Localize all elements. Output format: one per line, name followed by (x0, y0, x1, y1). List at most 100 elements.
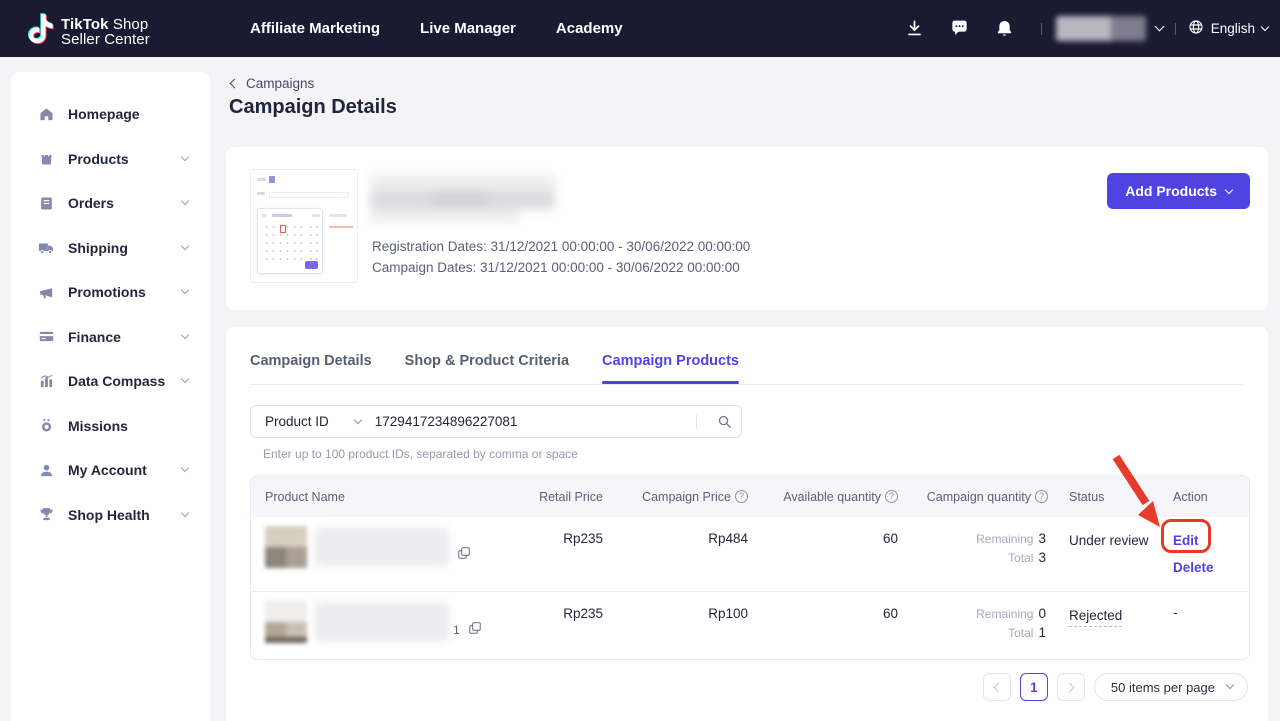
nav-links: Affiliate Marketing Live Manager Academy (250, 0, 623, 57)
page-number-button[interactable]: 1 (1020, 673, 1048, 701)
truck-icon (37, 239, 55, 257)
action-cell: Edit Delete (1151, 517, 1250, 591)
add-products-button[interactable]: Add Products (1107, 173, 1250, 209)
help-icon[interactable] (1035, 490, 1048, 503)
product-name-suffix: 1 (453, 623, 460, 637)
sidebar-item-shop-health[interactable]: Shop Health (11, 493, 210, 538)
page-title: Campaign Details (229, 96, 397, 119)
retail-price-cell: Rp235 (521, 517, 611, 591)
sidebar-item-promotions[interactable]: Promotions (11, 270, 210, 315)
chevron-down-icon (181, 242, 189, 250)
help-icon[interactable] (885, 490, 898, 503)
tab-campaign-details[interactable]: Campaign Details (250, 353, 372, 384)
chevron-down-icon (354, 415, 362, 423)
trophy-icon (37, 506, 55, 524)
delete-button[interactable]: Delete (1173, 561, 1214, 575)
table-header-row: Product Name Retail Price Campaign Price… (251, 476, 1249, 517)
chevron-down-icon (181, 153, 189, 161)
bag-icon (37, 150, 55, 168)
next-page-button[interactable] (1057, 673, 1085, 701)
col-campaign-quantity: Campaign quantity (906, 490, 1056, 504)
pagination: 1 50 items per page (983, 673, 1248, 701)
product-search-bar: Product ID (250, 405, 742, 438)
campaign-products-table: Product Name Retail Price Campaign Price… (250, 475, 1250, 660)
sidebar-item-my-account[interactable]: My Account (11, 448, 210, 493)
status-cell: Rejected (1056, 592, 1151, 659)
nav-link-academy[interactable]: Academy (556, 20, 623, 37)
logo-text: TikTok Shop Seller Center (61, 17, 150, 47)
tiktok-note-icon (25, 13, 55, 50)
back-chevron-icon (230, 79, 240, 89)
chevron-down-icon (181, 375, 189, 383)
tab-bar: Campaign Details Shop & Product Criteria… (250, 327, 1244, 385)
sidebar-item-products[interactable]: Products (11, 137, 210, 182)
card-icon (37, 328, 55, 346)
items-per-page-select[interactable]: 50 items per page (1094, 673, 1248, 701)
account-chevron-down-icon[interactable] (1154, 22, 1164, 32)
available-quantity-cell: 60 (756, 517, 906, 591)
table-row: 1 Rp235 Rp100 60 Remaining0 Total1 Rejec… (251, 591, 1249, 659)
copy-icon[interactable] (468, 621, 482, 638)
search-icon[interactable] (707, 406, 741, 437)
language-chevron-down-icon (1261, 22, 1269, 30)
campaign-dates-block: Registration Dates: 31/12/2021 00:00:00 … (372, 237, 750, 278)
globe-icon (1188, 19, 1204, 38)
orders-icon (37, 194, 55, 212)
nav-divider (1041, 23, 1042, 35)
product-id-input[interactable] (375, 414, 696, 429)
selected-date-highlight (280, 225, 286, 233)
action-cell: - (1151, 592, 1250, 659)
nav-link-affiliate-marketing[interactable]: Affiliate Marketing (250, 20, 380, 37)
campaign-price-cell: Rp100 (611, 592, 756, 659)
prev-page-button[interactable] (983, 673, 1011, 701)
chevron-right-icon (1064, 682, 1074, 692)
chevron-down-icon (181, 464, 189, 472)
sidebar-item-missions[interactable]: Missions (11, 404, 210, 449)
download-icon[interactable] (905, 19, 925, 39)
chevron-down-icon (181, 197, 189, 205)
megaphone-icon (37, 283, 55, 301)
campaign-price-cell: Rp484 (611, 517, 756, 591)
account-name-blurred[interactable] (1056, 16, 1146, 41)
col-available-quantity: Available quantity (756, 490, 906, 504)
sidebar-item-data-compass[interactable]: Data Compass (11, 359, 210, 404)
search-filter-select[interactable]: Product ID (251, 414, 375, 429)
sidebar-item-finance[interactable]: Finance (11, 315, 210, 360)
campaign-summary-card: Registration Dates: 31/12/2021 00:00:00 … (226, 147, 1268, 310)
sidebar-item-shipping[interactable]: Shipping (11, 226, 210, 271)
chat-icon[interactable] (950, 19, 970, 39)
campaign-dates: Campaign Dates: 31/12/2021 00:00:00 - 30… (372, 258, 750, 279)
chevron-down-icon (181, 509, 189, 517)
language-label: English (1211, 21, 1255, 36)
col-status: Status (1056, 490, 1151, 504)
date-picker-popup (257, 208, 323, 274)
tiktok-shop-logo[interactable]: TikTok Shop Seller Center (25, 13, 150, 50)
language-selector[interactable]: English (1188, 19, 1268, 38)
sidebar-item-orders[interactable]: Orders (11, 181, 210, 226)
nav-divider (1175, 23, 1176, 35)
retail-price-cell: Rp235 (521, 592, 611, 659)
edit-button[interactable]: Edit (1173, 534, 1199, 548)
available-quantity-cell: 60 (756, 592, 906, 659)
sidebar-item-homepage[interactable]: Homepage (11, 92, 210, 137)
breadcrumb-back-campaigns[interactable]: Campaigns (231, 76, 314, 91)
chevron-left-icon (993, 682, 1003, 692)
chevron-down-icon (1226, 681, 1234, 689)
tiktok-shop-seller-center: TikTok Shop Seller Center Affiliate Mark… (0, 0, 1280, 721)
nav-link-live-manager[interactable]: Live Manager (420, 20, 516, 37)
help-icon[interactable] (735, 490, 748, 503)
copy-icon[interactable] (457, 546, 471, 563)
person-icon (37, 461, 55, 479)
medal-icon (37, 417, 55, 435)
tab-shop-product-criteria[interactable]: Shop & Product Criteria (405, 353, 569, 384)
search-separator (696, 415, 697, 429)
tab-campaign-products[interactable]: Campaign Products (602, 353, 739, 384)
chevron-down-icon (181, 331, 189, 339)
campaign-quantity-cell: Remaining0 Total1 (906, 592, 1056, 659)
registration-dates: Registration Dates: 31/12/2021 00:00:00 … (372, 237, 750, 258)
bell-icon[interactable] (995, 19, 1015, 39)
no-action-dash: - (1173, 605, 1178, 620)
nav-right-cluster: English (880, 0, 1268, 57)
campaign-quantity-cell: Remaining3 Total3 (906, 517, 1056, 591)
product-name-cell: 1 (251, 592, 521, 659)
